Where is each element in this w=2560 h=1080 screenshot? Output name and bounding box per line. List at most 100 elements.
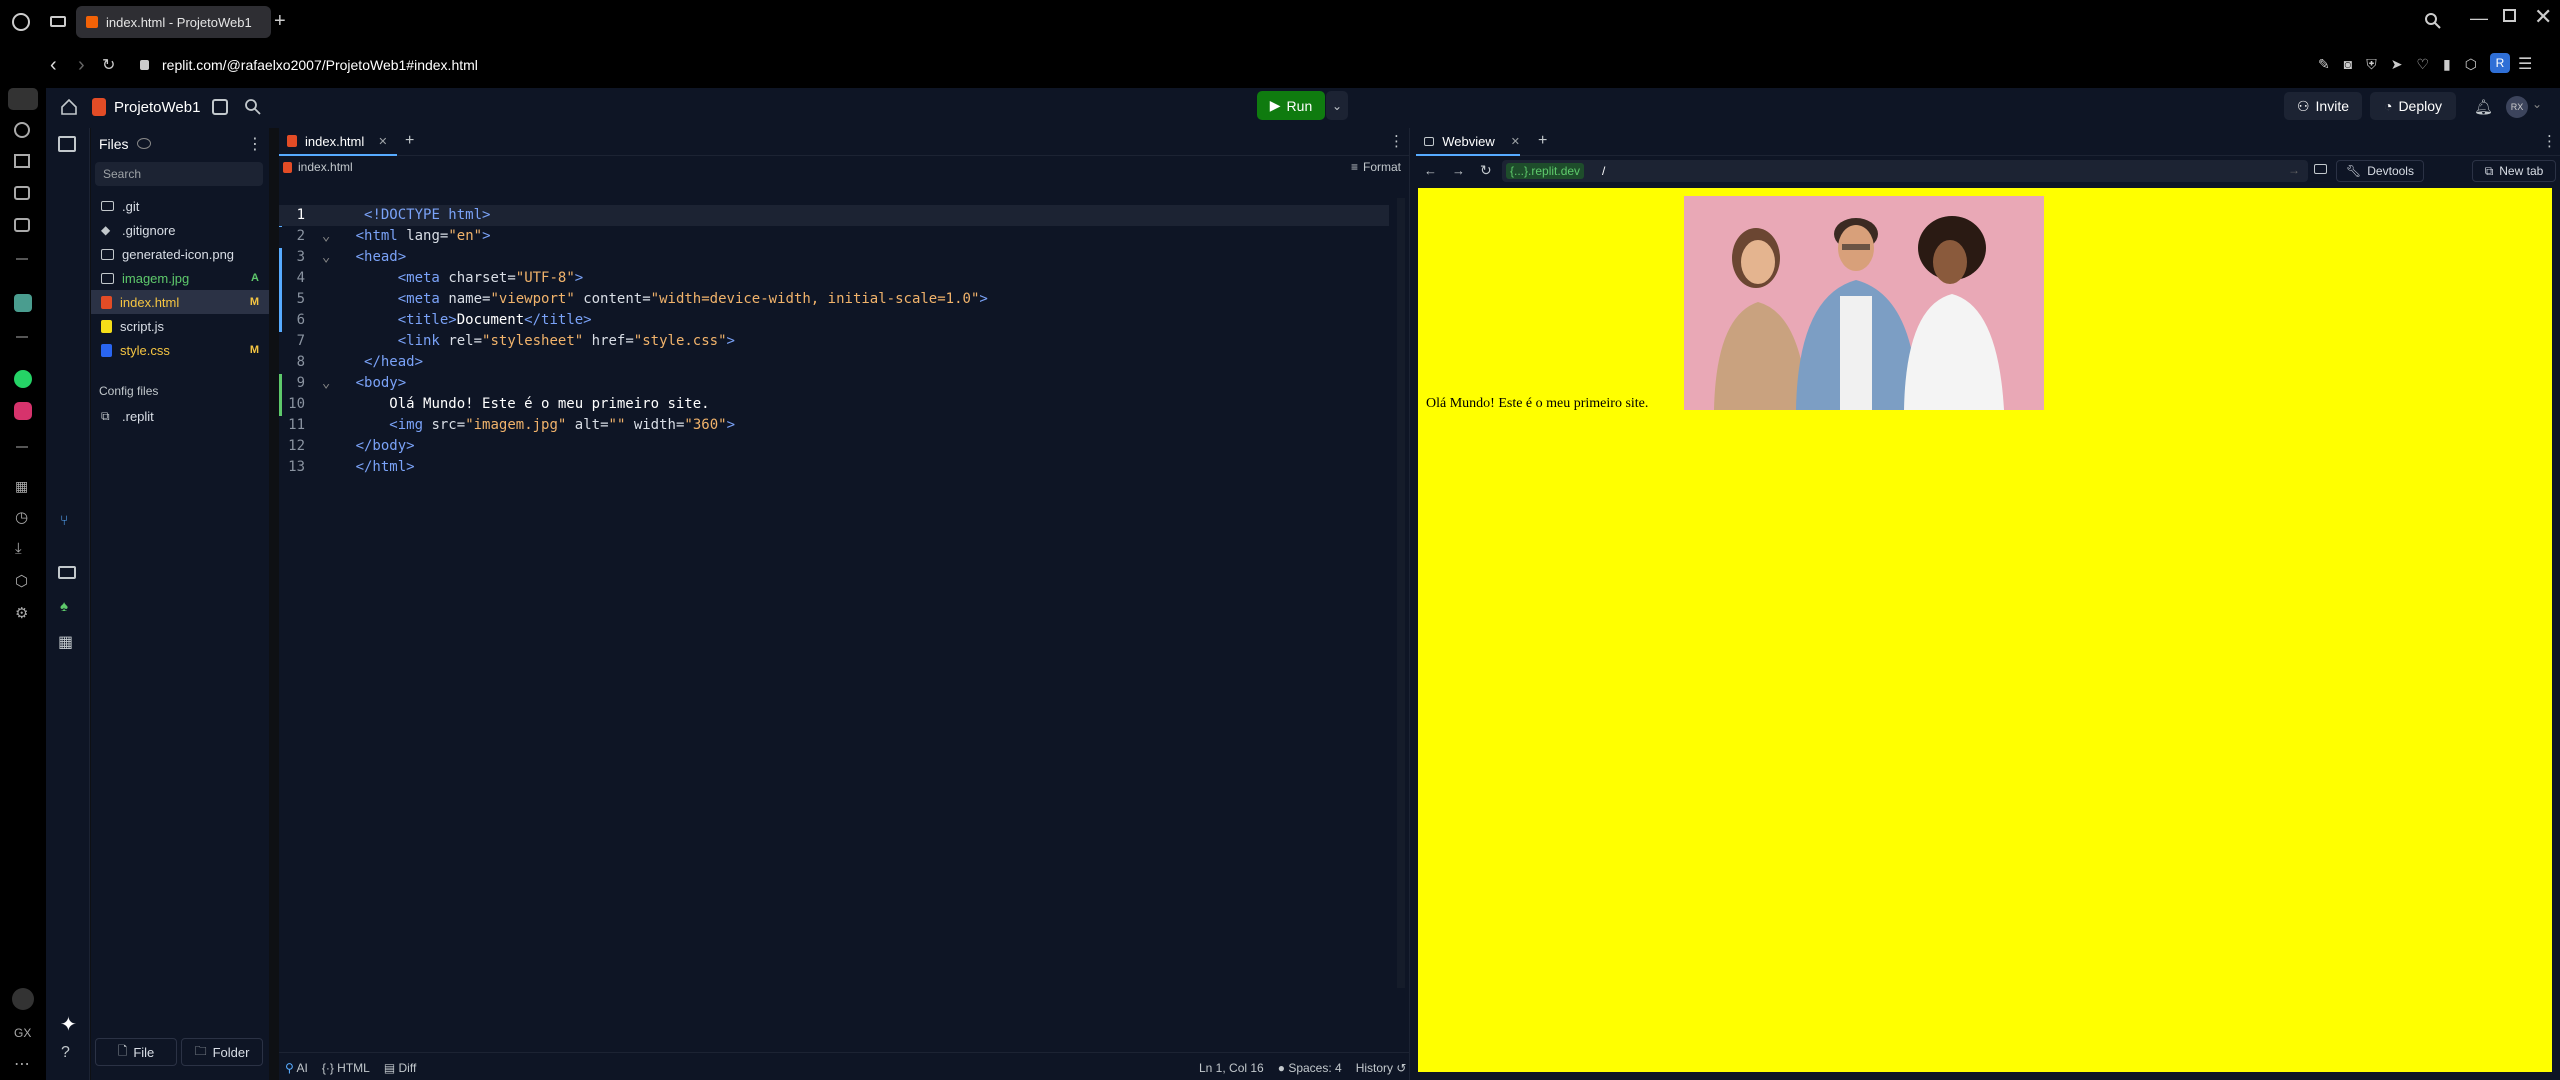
webview-menu-icon[interactable]: ⋮ bbox=[2542, 132, 2557, 150]
new-tab-button[interactable]: ⧉ New tab bbox=[2472, 160, 2556, 182]
settings-gear-icon[interactable]: ⚙ bbox=[15, 604, 28, 622]
camera-icon[interactable]: ◙ bbox=[2344, 56, 2352, 73]
bag-icon[interactable] bbox=[14, 154, 30, 168]
history-icon[interactable]: ◷ bbox=[15, 508, 28, 526]
editor-tab-index-html[interactable]: index.html ✕ bbox=[279, 128, 397, 156]
deploy-button[interactable]: ◔ Deploy bbox=[2370, 92, 2456, 120]
webview-back-icon[interactable]: ← bbox=[1424, 163, 1437, 178]
format-button[interactable]: ≡ Format bbox=[1351, 160, 1401, 174]
invite-button[interactable]: ⚇ Invite bbox=[2284, 92, 2362, 120]
send-icon[interactable]: ➤ bbox=[2391, 56, 2403, 73]
new-tab-plus-icon[interactable]: + bbox=[274, 10, 286, 33]
player-icon[interactable] bbox=[14, 186, 30, 200]
whatsapp-icon[interactable] bbox=[14, 370, 32, 388]
close-tab-icon[interactable]: ✕ bbox=[1511, 135, 1520, 148]
cursor-position[interactable]: Ln 1, Col 16 bbox=[1199, 1061, 1264, 1075]
deployments-tool-icon[interactable]: ♠ bbox=[60, 598, 68, 615]
replit-home-icon[interactable] bbox=[60, 98, 78, 116]
browser-tab[interactable]: index.html - ProjetoWeb1 bbox=[76, 6, 271, 38]
url-text[interactable]: replit.com/@rafaelxo2007/ProjetoWeb1#ind… bbox=[162, 57, 478, 73]
new-file-button[interactable]: 🗋︎ File bbox=[95, 1038, 177, 1066]
ai-toggle[interactable]: ⚲ AI bbox=[285, 1061, 308, 1075]
reload-icon[interactable]: ↻ bbox=[102, 55, 115, 75]
project-name[interactable]: ProjetoWeb1 bbox=[114, 99, 200, 116]
webview-domain[interactable]: {...}.replit.dev bbox=[1506, 163, 1585, 179]
help-icon[interactable]: ? bbox=[61, 1044, 70, 1062]
editor-menu-icon[interactable]: ⋮ bbox=[1389, 132, 1404, 150]
pane-resize-handle[interactable] bbox=[1409, 128, 1416, 1080]
user-menu-chevron-icon[interactable]: ⌄ bbox=[2532, 97, 2542, 111]
go-arrow-icon[interactable]: → bbox=[2288, 163, 2300, 177]
forward-icon[interactable]: › bbox=[78, 54, 85, 77]
all-tools-grid-icon[interactable]: ▦ bbox=[58, 632, 73, 652]
run-options-chevron-icon[interactable]: ⌄ bbox=[1326, 91, 1348, 120]
file-item-style-css[interactable]: style.css M bbox=[91, 338, 269, 362]
ai-icon[interactable] bbox=[14, 122, 30, 138]
heart-icon[interactable]: ♡ bbox=[2416, 56, 2429, 73]
file-item-replit[interactable]: ⧉ .replit bbox=[91, 404, 269, 428]
project-info-icon[interactable] bbox=[212, 99, 228, 115]
files-tool-icon[interactable] bbox=[58, 136, 76, 152]
back-icon[interactable]: ‹ bbox=[50, 54, 57, 77]
file-item-gitignore[interactable]: ◆ .gitignore bbox=[91, 218, 269, 242]
user-avatar[interactable]: RX bbox=[2506, 96, 2528, 118]
language-indicator[interactable]: {·} HTML bbox=[322, 1061, 370, 1075]
git-tool-icon[interactable]: ⑂ bbox=[60, 512, 68, 528]
file-item-generated-icon[interactable]: generated-icon.png bbox=[91, 242, 269, 266]
workspaces-icon[interactable] bbox=[50, 16, 66, 27]
add-user-icon: ⚇ bbox=[2296, 97, 2310, 114]
code-content[interactable]: 1 <!DOCTYPE html> 2 ⌄ <html lang="en"> 3 ⌄… bbox=[279, 184, 1389, 520]
notification-bell-icon[interactable]: 🔔︎ bbox=[2474, 98, 2493, 116]
cube-icon[interactable]: ⬡ bbox=[2465, 56, 2477, 73]
messenger-icon[interactable] bbox=[14, 218, 30, 232]
browser-tab-title: index.html - ProjetoWeb1 bbox=[106, 14, 252, 30]
rx-icon[interactable]: GX bbox=[14, 1026, 31, 1040]
edit-icon[interactable]: ✎ bbox=[2318, 56, 2330, 73]
diff-toggle[interactable]: ▤ Diff bbox=[384, 1061, 416, 1075]
editor-status-bar: ⚲ AI {·} HTML ▤ Diff Ln 1, Col 16 ● Spac… bbox=[279, 1052, 1409, 1080]
run-button[interactable]: ▶ Run bbox=[1257, 91, 1325, 120]
close-tab-icon[interactable]: ✕ bbox=[378, 135, 387, 148]
webview-url-input[interactable]: {...}.replit.dev / → bbox=[1502, 160, 2308, 182]
add-tab-icon[interactable]: + bbox=[1538, 132, 1547, 150]
opera-logo-icon[interactable] bbox=[12, 13, 30, 31]
modified-badge: M bbox=[249, 344, 259, 356]
new-folder-button[interactable]: 🗀︎ Folder bbox=[181, 1038, 263, 1066]
search-tabs-icon[interactable] bbox=[2424, 12, 2442, 30]
instagram-icon[interactable] bbox=[14, 402, 32, 420]
file-item-imagem[interactable]: imagem.jpg A bbox=[91, 266, 269, 290]
device-preview-icon[interactable] bbox=[2314, 164, 2327, 174]
webview-tab[interactable]: Webview ✕ bbox=[1416, 128, 1520, 156]
profile-avatar[interactable]: R bbox=[2490, 53, 2510, 73]
file-item-git[interactable]: .git bbox=[91, 194, 269, 218]
indent-setting[interactable]: ● Spaces: 4 bbox=[1278, 1061, 1342, 1075]
close-window-icon[interactable]: ✕ bbox=[2534, 4, 2552, 30]
more-icon[interactable]: ⋯ bbox=[14, 1054, 30, 1074]
webview-forward-icon[interactable]: → bbox=[1452, 163, 1465, 178]
menu-icon[interactable]: ☰ bbox=[2518, 54, 2532, 74]
rendered-page: Olá Mundo! Este é o meu primeiro site. bbox=[1418, 188, 2552, 1072]
devtools-button[interactable]: 🔧︎ Devtools bbox=[2336, 160, 2424, 182]
add-tab-icon[interactable]: + bbox=[405, 132, 414, 150]
pin-icon[interactable] bbox=[12, 988, 34, 1010]
minimize-icon[interactable]: — bbox=[2470, 8, 2488, 29]
file-item-index-html[interactable]: index.html M bbox=[91, 290, 269, 314]
file-search-input[interactable]: Search bbox=[95, 162, 263, 186]
history-button[interactable]: History ↺ bbox=[1356, 1061, 1407, 1075]
home-icon[interactable] bbox=[8, 88, 38, 110]
extensions-icon[interactable]: ▦ bbox=[15, 478, 28, 495]
box-icon[interactable]: ⬡ bbox=[15, 572, 28, 590]
download-icon[interactable]: ⤓ bbox=[15, 540, 22, 557]
files-title: Files bbox=[99, 136, 129, 152]
chatgpt-icon[interactable] bbox=[14, 294, 32, 312]
file-item-script-js[interactable]: script.js bbox=[91, 314, 269, 338]
sparkle-icon[interactable]: ✦ bbox=[60, 1012, 77, 1037]
webview-tool-icon[interactable] bbox=[58, 566, 76, 579]
files-menu-icon[interactable]: ⋮ bbox=[247, 134, 263, 154]
shield-icon[interactable]: ⛨ bbox=[2366, 56, 2377, 73]
webview-reload-icon[interactable]: ↻ bbox=[1480, 162, 1492, 179]
editor-scrollbar[interactable] bbox=[1397, 198, 1405, 988]
search-icon[interactable] bbox=[244, 98, 262, 116]
maximize-icon[interactable] bbox=[2503, 9, 2516, 22]
battery-icon[interactable]: ▮ bbox=[2443, 56, 2451, 73]
